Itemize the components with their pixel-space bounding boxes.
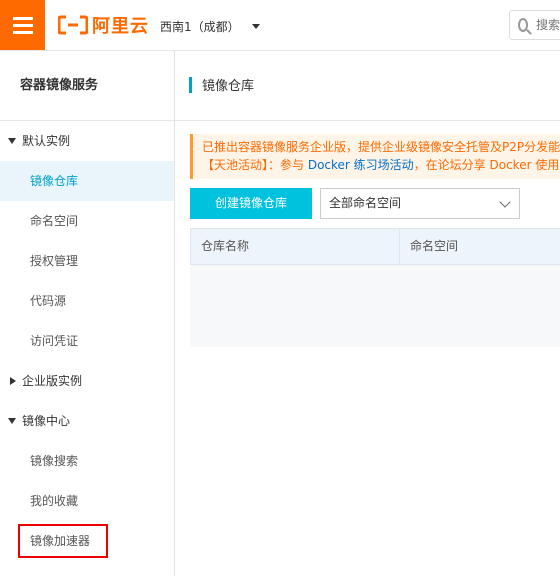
chevron-down-icon xyxy=(499,196,511,208)
sidebar-group-label: 企业版实例 xyxy=(22,374,83,388)
search-box[interactable] xyxy=(509,10,560,40)
sidebar-group-image-center[interactable]: 镜像中心 xyxy=(0,401,174,441)
top-bar: 阿里云 西南1（成都） xyxy=(0,0,560,51)
aliyun-logo-icon xyxy=(58,15,88,35)
notice-suffix: ，在论坛分享 Docker 使用心 xyxy=(413,158,560,172)
docker-playground-link[interactable]: Docker 练习场活动 xyxy=(308,158,414,172)
sidebar: 容器镜像服务 默认实例 镜像仓库 命名空间 授权管理 代码源 访问凭证 企业版实… xyxy=(0,51,175,576)
sidebar-group-label: 镜像中心 xyxy=(22,414,71,428)
notice-line-1: 已推出容器镜像服务企业版，提供企业级镜像安全托管及P2P分发能 xyxy=(202,140,560,154)
page-title: 镜像仓库 xyxy=(202,79,255,94)
logo-text: 阿里云 xyxy=(92,16,149,37)
region-selector[interactable]: 西南1（成都） xyxy=(160,18,260,35)
sidebar-item-authorization[interactable]: 授权管理 xyxy=(0,241,174,281)
caret-right-icon xyxy=(10,377,16,385)
sidebar-group-default-instance[interactable]: 默认实例 xyxy=(0,121,174,161)
sidebar-item-favorites[interactable]: 我的收藏 xyxy=(0,481,174,521)
sidebar-group-label: 默认实例 xyxy=(22,134,71,148)
sidebar-item-image-accelerator[interactable]: 镜像加速器 xyxy=(0,521,174,561)
caret-down-icon xyxy=(251,24,260,29)
highlight-box xyxy=(18,524,108,558)
namespace-select[interactable]: 全部命名空间 xyxy=(320,188,520,219)
sidebar-item-namespaces[interactable]: 命名空间 xyxy=(0,201,174,241)
page-header: 镜像仓库 xyxy=(175,51,560,121)
sidebar-item-repositories[interactable]: 镜像仓库 xyxy=(0,161,174,201)
sidebar-group-enterprise-instance[interactable]: 企业版实例 xyxy=(0,361,174,401)
notice-banner: 已推出容器镜像服务企业版，提供企业级镜像安全托管及P2P分发能 【天池活动】：参… xyxy=(190,134,560,179)
table-header: 仓库名称 命名空间 xyxy=(190,228,560,265)
menu-icon[interactable] xyxy=(0,0,45,50)
aliyun-logo[interactable]: 阿里云 xyxy=(58,13,149,37)
sidebar-item-access-credentials[interactable]: 访问凭证 xyxy=(0,321,174,361)
search-input[interactable] xyxy=(534,17,560,33)
title-accent-bar xyxy=(189,77,192,93)
sidebar-item-image-search[interactable]: 镜像搜索 xyxy=(0,441,174,481)
create-repository-button[interactable]: 创建镜像仓库 xyxy=(190,188,312,219)
column-header-repo-name[interactable]: 仓库名称 xyxy=(191,229,400,264)
sidebar-title: 容器镜像服务 xyxy=(0,51,174,121)
region-label: 西南1（成都） xyxy=(160,20,240,34)
caret-down-icon xyxy=(8,138,16,144)
caret-down-icon xyxy=(8,418,16,424)
repository-table: 仓库名称 命名空间 xyxy=(190,228,560,347)
search-icon[interactable] xyxy=(518,18,528,32)
namespace-select-value: 全部命名空间 xyxy=(329,196,402,210)
sidebar-item-code-source[interactable]: 代码源 xyxy=(0,281,174,321)
notice-line-2: 【天池活动】：参与 Docker 练习场活动，在论坛分享 Docker 使用心 xyxy=(202,156,560,174)
notice-prefix: 【天池活动】：参与 xyxy=(202,158,308,172)
column-header-namespace[interactable]: 命名空间 xyxy=(400,229,560,264)
